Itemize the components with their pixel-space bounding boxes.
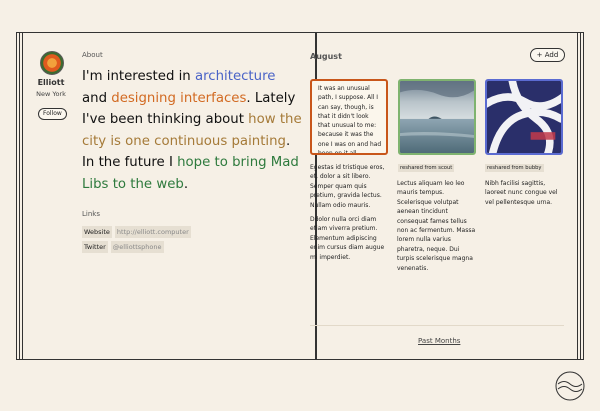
text-card[interactable]: It was an unusual path, I suppose. All I… xyxy=(310,79,388,155)
wave-circle-logo-icon[interactable] xyxy=(554,370,586,402)
month-heading: August xyxy=(310,52,342,61)
add-button[interactable]: + Add xyxy=(530,48,565,62)
sculpture-image xyxy=(487,81,561,153)
avatar[interactable] xyxy=(40,51,64,75)
page-frame: Elliott New York Follow About I'm intere… xyxy=(16,32,584,360)
about-text-segment: and xyxy=(82,90,112,106)
reshare-badge-bubby[interactable]: reshared from bubby xyxy=(485,164,544,172)
links-heading: Links xyxy=(82,210,100,218)
card-paragraph: Ddolor nulla orci diam etiam viverra pre… xyxy=(310,216,385,261)
card-paragraph: Egestas id tristique eros, et, dolor a s… xyxy=(310,164,385,209)
seascape-image-card[interactable] xyxy=(398,79,476,155)
link-value[interactable]: http://elliott.computer xyxy=(114,226,191,238)
link-value[interactable]: @elliottsphone xyxy=(110,241,164,253)
profile-location: New York xyxy=(36,90,66,98)
about-text-segment: I'm interested in xyxy=(82,69,195,84)
link-label: Twitter xyxy=(82,241,108,253)
frame-rail xyxy=(577,33,578,359)
profile-name: Elliott xyxy=(37,78,65,87)
follow-button[interactable]: Follow xyxy=(38,108,67,120)
link-website[interactable]: Website http://elliott.computer xyxy=(82,226,191,238)
past-months-link[interactable]: Past Months xyxy=(418,337,460,345)
seascape-image xyxy=(400,81,474,153)
feed-divider xyxy=(310,325,564,326)
card-description: Egestas id tristique eros, et, dolor a s… xyxy=(310,163,390,267)
card-paragraph: Lectus aliquam leo leo mauris tempus. Sc… xyxy=(397,180,476,272)
link-label: Website xyxy=(82,226,112,238)
interest-link-architecture[interactable]: architecture xyxy=(195,69,275,84)
about-text-segment: . xyxy=(183,176,189,192)
sculpture-image-card[interactable] xyxy=(485,79,563,155)
card-paragraph: Nibh facilisi sagittis, laoreet nunc con… xyxy=(485,180,558,206)
card-description: Nibh facilisi sagittis, laoreet nunc con… xyxy=(485,179,565,212)
card-description: Lectus aliquam leo leo mauris tempus. Sc… xyxy=(397,179,477,278)
frame-rail xyxy=(583,33,584,359)
reshare-badge-scout[interactable]: reshared from scout xyxy=(398,164,455,172)
link-twitter[interactable]: Twitter @elliottsphone xyxy=(82,241,164,253)
about-text: I'm interested in architecture and desig… xyxy=(82,66,302,196)
about-heading: About xyxy=(82,51,103,59)
frame-rail xyxy=(580,33,581,359)
interest-link-designing-interfaces[interactable]: designing interfaces xyxy=(111,91,246,106)
